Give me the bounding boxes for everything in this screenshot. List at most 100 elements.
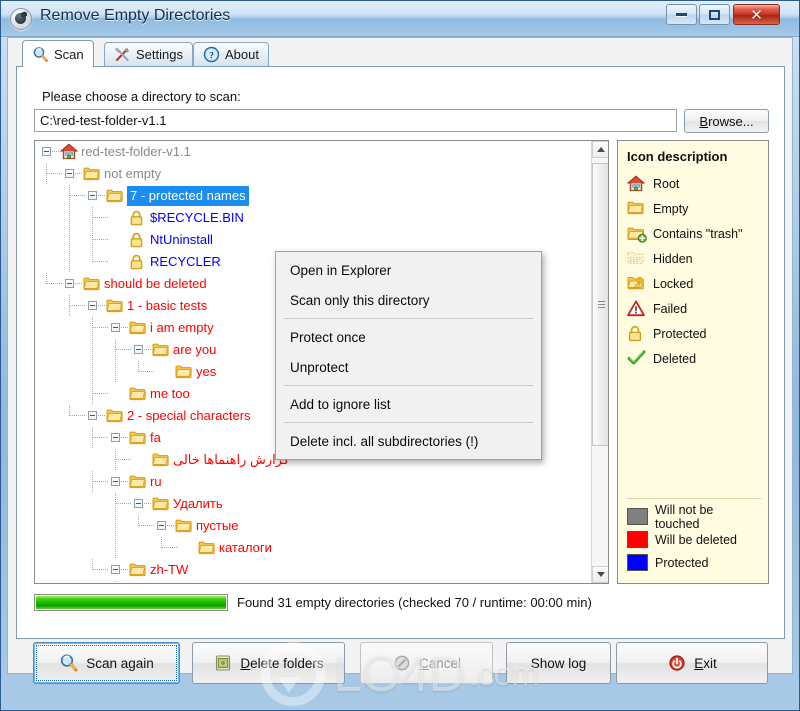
tree-guide-line (75, 283, 82, 284)
lock-icon (129, 232, 144, 248)
scroll-up-button[interactable] (592, 141, 609, 158)
minimize-icon (667, 5, 696, 24)
folder-icon (627, 200, 647, 218)
tools-icon (114, 46, 131, 63)
tree-guide-line (70, 305, 86, 306)
exit-label-rest: xit (703, 656, 717, 671)
tree-node-label: me too (150, 385, 190, 403)
tree-node-label: zh-TW (150, 561, 188, 579)
context-menu-item[interactable]: Delete incl. all subdirectories (!) (276, 426, 541, 456)
tree-node[interactable]: Удалить (35, 493, 592, 515)
warning-triangle-icon (627, 300, 647, 318)
legend-item: Contains "trash" (627, 221, 759, 246)
tree-guide-line (93, 437, 109, 438)
tree-expander-collapse[interactable] (111, 565, 120, 574)
tree-node-label: каталоги (219, 539, 272, 557)
context-menu-item[interactable]: Open in Explorer (276, 255, 541, 285)
exit-button[interactable]: Exit (616, 642, 768, 684)
delete-folders-accel: D (240, 656, 250, 671)
title-bar: Remove Empty Directories ✕ (0, 0, 800, 37)
tree-node-label: NtUninstall (150, 231, 213, 249)
browse-label-rest: rowse... (708, 114, 754, 129)
tree-node[interactable]: zh-TW (35, 559, 592, 581)
lock-icon (129, 210, 144, 226)
tree-node[interactable]: $RECYCLE.BIN (35, 207, 592, 229)
minimize-button[interactable] (666, 4, 697, 25)
scan-again-button[interactable]: Scan again (33, 642, 180, 684)
tree-expander-collapse[interactable] (42, 147, 51, 156)
button-bar: Scan again Delete folders (16, 642, 785, 672)
tree-node[interactable]: 7 - protected names (35, 185, 592, 207)
menu-separator (284, 422, 533, 423)
tree-guide-line (115, 361, 116, 383)
context-menu-item[interactable]: Scan only this directory (276, 285, 541, 315)
browse-button[interactable]: Browse... (684, 109, 769, 133)
tree-expander-collapse[interactable] (65, 169, 74, 178)
tree-guide-line (121, 569, 128, 570)
tree-guide-line (93, 327, 109, 328)
tree-guide-line (92, 361, 93, 383)
cancel-button[interactable]: Cancel (360, 642, 493, 684)
legend-item-label: Hidden (653, 252, 693, 266)
scan-progress-bar (34, 594, 228, 611)
tree-guide-line (92, 471, 93, 493)
context-menu-item[interactable]: Protect once (276, 322, 541, 352)
tree-expander-collapse[interactable] (134, 499, 143, 508)
tree-node[interactable]: red-test-folder-v1.1 (35, 141, 592, 163)
scrollbar-thumb[interactable] (592, 163, 609, 446)
show-log-button[interactable]: Show log (506, 642, 611, 684)
context-menu-item[interactable]: Add to ignore list (276, 389, 541, 419)
tree-guide-line (98, 415, 105, 416)
choose-directory-label: Please choose a directory to scan: (42, 89, 241, 104)
tree-expander-collapse[interactable] (134, 345, 143, 354)
delete-folders-button[interactable]: Delete folders (192, 642, 345, 684)
tree-expander-collapse[interactable] (88, 191, 97, 200)
tree-node-label: RECYCLER (150, 253, 221, 271)
chevron-down-icon (597, 572, 605, 577)
tree-node[interactable]: ru (35, 471, 592, 493)
tree-guide-line (69, 251, 70, 273)
tree-guide-line (93, 393, 109, 394)
legend-item: Failed (627, 296, 759, 321)
legend-color-item: Protected (627, 551, 761, 574)
tree-node[interactable]: not empty (35, 163, 592, 185)
tree-expander-collapse[interactable] (88, 301, 97, 310)
cancel-accel: C (419, 656, 429, 671)
legend-title: Icon description (627, 149, 759, 164)
tree-guide-line (98, 195, 105, 196)
tree-guide-line (167, 525, 174, 526)
tree-guide-line (116, 349, 132, 350)
legend-item: Root (627, 171, 759, 196)
tree-guide-line (69, 207, 70, 229)
tab-settings[interactable]: Settings (104, 42, 193, 66)
tree-expander-collapse[interactable] (111, 433, 120, 442)
folder-icon (129, 474, 146, 489)
tree-guide-line (116, 459, 132, 460)
legend-color-label: Protected (655, 556, 709, 570)
tree-expander-collapse[interactable] (111, 323, 120, 332)
tree-expander-collapse[interactable] (88, 411, 97, 420)
tree-expander-collapse[interactable] (111, 477, 120, 486)
tree-node[interactable]: NtUninstall (35, 229, 592, 251)
tab-about[interactable]: ? About (193, 42, 269, 66)
close-button[interactable]: ✕ (733, 4, 780, 25)
tab-scan[interactable]: Scan (22, 40, 94, 67)
tree-context-menu[interactable]: Open in ExplorerScan only this directory… (275, 251, 542, 460)
tree-expander-collapse[interactable] (157, 521, 166, 530)
tree-scrollbar[interactable] (591, 141, 608, 583)
tree-node[interactable]: 刪除空目錄 (35, 581, 592, 583)
maximize-button[interactable] (699, 4, 730, 25)
directory-path-input[interactable] (34, 109, 677, 132)
context-menu-item[interactable]: Unprotect (276, 352, 541, 382)
tree-node-label: пустые (196, 517, 238, 535)
tree-node[interactable]: пустые (35, 515, 592, 537)
tree-guide-line (115, 515, 116, 537)
folder-icon (129, 430, 146, 445)
legend-item-label: Root (653, 177, 679, 191)
tree-node[interactable]: каталоги (35, 537, 592, 559)
tab-about-label: About (225, 47, 259, 62)
tree-node-label: should be deleted (104, 275, 207, 293)
legend-color-label: Will be deleted (655, 533, 737, 547)
tree-expander-collapse[interactable] (65, 279, 74, 288)
scroll-down-button[interactable] (592, 566, 609, 583)
